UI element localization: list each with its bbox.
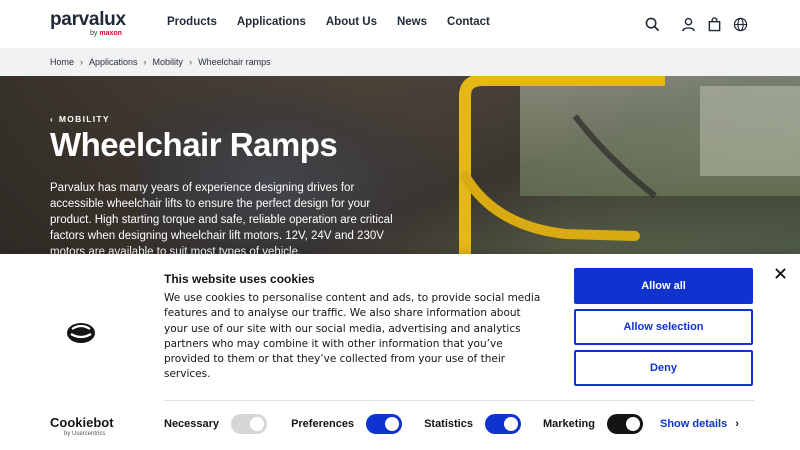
cookiebot-brand[interactable]: Cookiebot by Usercentrics <box>50 416 114 437</box>
chevron-right-icon: › <box>189 57 193 67</box>
chevron-right-icon: › <box>735 418 739 430</box>
nav-products[interactable]: Products <box>167 16 217 28</box>
breadcrumb-current: Wheelchair ramps <box>198 57 271 67</box>
site-header: parvalux by maxon Products Applications … <box>0 0 800 48</box>
allow-all-button[interactable]: Allow all <box>574 268 753 304</box>
show-details-link[interactable]: Show details › <box>660 418 739 430</box>
hero-background-building <box>700 86 800 176</box>
chevron-right-icon: › <box>80 57 84 67</box>
allow-selection-button[interactable]: Allow selection <box>574 309 753 345</box>
hero-eyebrow-link[interactable]: ‹ MOBILITY <box>50 114 110 124</box>
yellow-handrail-image <box>459 76 665 254</box>
chevron-right-icon: › <box>143 57 147 67</box>
breadcrumb-applications[interactable]: Applications <box>89 57 138 67</box>
cookiebot-logo-icon <box>67 323 95 343</box>
cookie-divider <box>164 400 754 401</box>
cookiebot-subtext: by Usercentrics <box>64 431 106 437</box>
nav-news[interactable]: News <box>397 16 427 28</box>
toggle-necessary: Necessary <box>164 414 268 434</box>
toggle-preferences: Preferences <box>291 414 403 434</box>
hero-description: Parvalux has many years of experience de… <box>50 182 393 254</box>
necessary-switch <box>231 414 268 434</box>
cookie-description: We use cookies to personalise content an… <box>164 292 541 381</box>
cookiebot-name: Cookiebot <box>50 415 114 430</box>
cookie-consent-banner: This website uses cookies We use cookies… <box>0 254 800 450</box>
hero-banner: ‹ MOBILITY Wheelchair Ramps Parvalux has … <box>0 76 800 254</box>
globe-icon[interactable] <box>730 14 750 34</box>
nav-about-us[interactable]: About Us <box>326 16 377 28</box>
cart-icon[interactable] <box>704 14 724 34</box>
marketing-switch[interactable] <box>606 414 643 434</box>
parvalux-logo[interactable]: parvalux by maxon <box>50 9 126 38</box>
logo-subtext: by maxon <box>90 30 122 37</box>
user-icon[interactable] <box>678 14 698 34</box>
main-nav: Products Applications About Us News Cont… <box>167 16 510 28</box>
nav-applications[interactable]: Applications <box>237 16 306 28</box>
deny-button[interactable]: Deny <box>574 350 753 386</box>
chevron-left-icon: ‹ <box>50 114 53 124</box>
breadcrumb-mobility[interactable]: Mobility <box>153 57 184 67</box>
cookie-toggles: Necessary Preferences Statistics Marketi… <box>164 414 643 434</box>
breadcrumb: Home › Applications › Mobility › Wheelch… <box>0 48 800 76</box>
nav-contact[interactable]: Contact <box>447 16 490 28</box>
toggle-marketing-label: Marketing <box>542 418 595 430</box>
toggle-statistics-label: Statistics <box>424 418 473 430</box>
toggle-marketing: Marketing <box>543 414 643 434</box>
toggle-statistics: Statistics <box>424 414 521 434</box>
header-icons <box>642 14 750 34</box>
preferences-switch[interactable] <box>366 414 403 434</box>
logo-text: parvalux <box>50 9 126 30</box>
toggle-preferences-label: Preferences <box>291 418 355 430</box>
page-title: Wheelchair Ramps <box>50 126 338 163</box>
toggle-necessary-label: Necessary <box>164 418 220 430</box>
close-icon[interactable] <box>773 266 787 280</box>
cookie-title: This website uses cookies <box>164 272 315 286</box>
statistics-switch[interactable] <box>484 414 521 434</box>
breadcrumb-home[interactable]: Home <box>50 57 74 67</box>
search-icon[interactable] <box>642 14 662 34</box>
